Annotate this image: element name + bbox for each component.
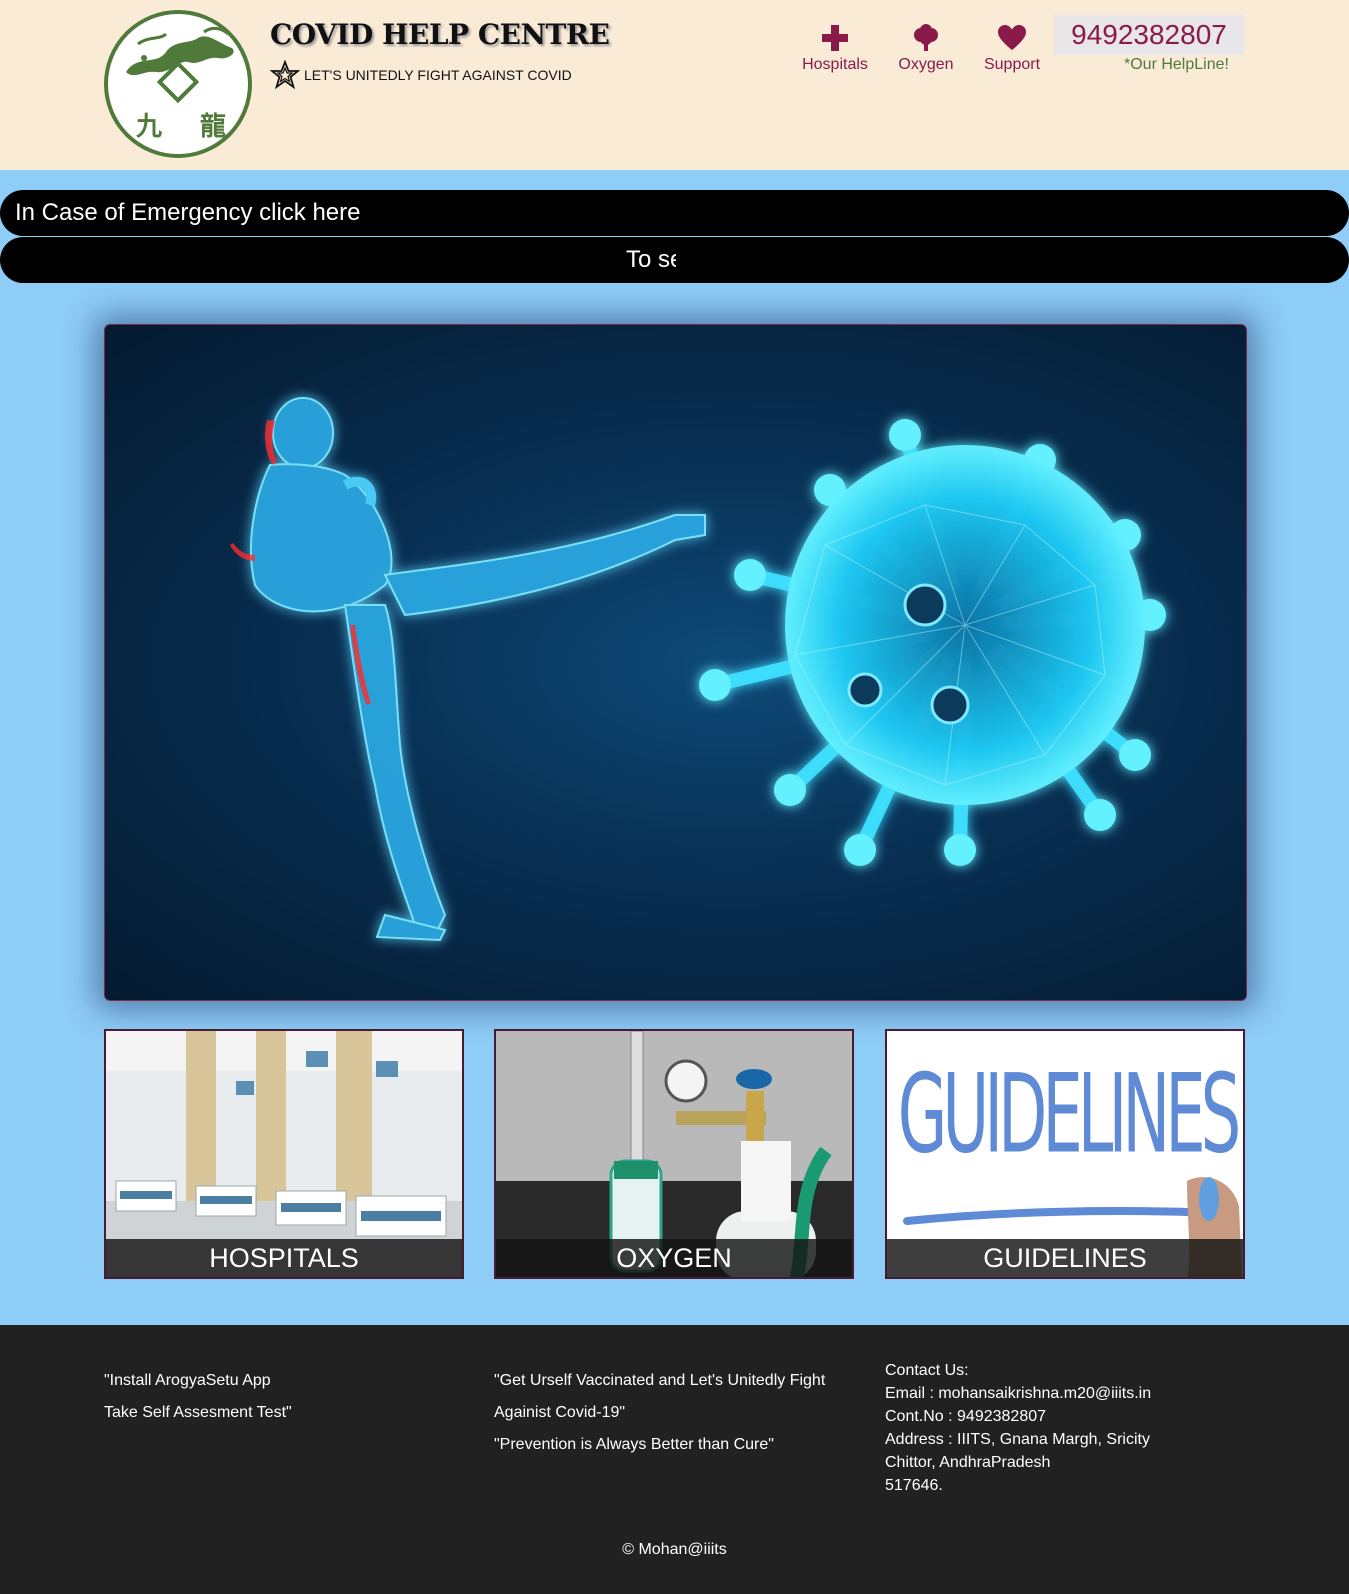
guidelines-image-text: GUIDELINES bbox=[897, 1053, 1242, 1179]
kick-virus-illustration-icon bbox=[230, 397, 1166, 942]
nav-hospitals-label: Hospitals bbox=[802, 56, 868, 73]
nav-oxygen[interactable]: Oxygen bbox=[886, 24, 966, 74]
helpline-number[interactable]: 9492382807 bbox=[1054, 15, 1244, 55]
footer-col-arogya: "Install ArogyaSetu App Take Self Assesm… bbox=[104, 1365, 292, 1429]
contact-phone[interactable]: Cont.No : 9492382807 bbox=[885, 1405, 1151, 1428]
footer-contact: Contact Us: Email : mohansaikrishna.m20@… bbox=[885, 1359, 1151, 1497]
nav-hospitals[interactable]: Hospitals bbox=[795, 24, 875, 74]
emergency-marquee: To se bbox=[0, 237, 1349, 283]
nav-support-label: Support bbox=[983, 56, 1041, 73]
footer-text: Take Self Assesment Test" bbox=[104, 1404, 292, 1421]
card-oxygen-label: OXYGEN bbox=[496, 1239, 852, 1277]
footer-text: Againist Covid-19" bbox=[494, 1404, 626, 1421]
contact-address-line: Address : IIITS, Gnana Margh, Sricity bbox=[885, 1431, 1150, 1448]
card-guidelines[interactable]: GUIDELINES GUIDELINES bbox=[885, 1029, 1245, 1279]
emergency-link[interactable]: In Case of Emergency click here bbox=[0, 190, 1349, 236]
heart-icon bbox=[998, 25, 1026, 50]
tagline: LET'S UNITEDLY FIGHT AGAINST COVID bbox=[304, 67, 572, 83]
emergency-link-label: In Case of Emergency click here bbox=[15, 199, 361, 226]
tree-icon bbox=[914, 24, 938, 51]
site-header: 九 龍 COVID HELP CENTRE LET'S UNITEDLY FIG… bbox=[0, 0, 1349, 170]
logo[interactable]: 九 龍 bbox=[104, 10, 252, 158]
card-oxygen[interactable]: OXYGEN bbox=[494, 1029, 854, 1279]
footer-text: "Get Urself Vaccinated and Let's Unitedl… bbox=[494, 1372, 826, 1389]
nav-support[interactable]: Support bbox=[972, 24, 1052, 74]
site-footer: "Install ArogyaSetu App Take Self Assesm… bbox=[0, 1325, 1349, 1594]
tagline-row: LET'S UNITEDLY FIGHT AGAINST COVID bbox=[270, 60, 572, 90]
footer-col-vaccine: "Get Urself Vaccinated and Let's Unitedl… bbox=[494, 1365, 825, 1461]
copyright: © Mohan@iiits bbox=[622, 1541, 727, 1558]
plus-icon bbox=[822, 25, 848, 51]
card-hospitals[interactable]: HOSPITALS bbox=[104, 1029, 464, 1279]
helpline-note: *Our HelpLine! bbox=[1124, 56, 1229, 73]
contact-address-line: 517646. bbox=[885, 1477, 943, 1494]
hero-banner bbox=[104, 324, 1247, 1001]
logo-char-2: 龍 bbox=[199, 112, 226, 142]
site-title: COVID HELP CENTRE bbox=[270, 18, 610, 51]
marquee-text: To se bbox=[626, 246, 676, 273]
contact-heading: Contact Us: bbox=[885, 1362, 969, 1379]
card-hospitals-label: HOSPITALS bbox=[106, 1239, 462, 1277]
card-guidelines-label: GUIDELINES bbox=[887, 1239, 1243, 1277]
star-icon bbox=[270, 60, 300, 90]
contact-address-line: Chittor, AndhraPradesh bbox=[885, 1454, 1051, 1471]
contact-email[interactable]: Email : mohansaikrishna.m20@iiits.in bbox=[885, 1382, 1151, 1405]
footer-text: "Install ArogyaSetu App bbox=[104, 1372, 271, 1389]
nav-oxygen-label: Oxygen bbox=[898, 56, 954, 73]
logo-char-1: 九 bbox=[136, 112, 163, 142]
footer-text: "Prevention is Always Better than Cure" bbox=[494, 1436, 774, 1453]
